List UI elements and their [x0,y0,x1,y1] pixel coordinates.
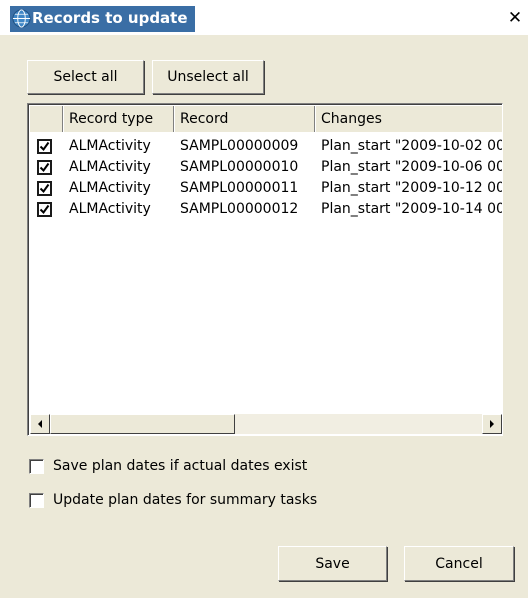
row-checkbox[interactable] [37,202,52,217]
scrollbar-thumb[interactable] [50,414,235,434]
scroll-right-button[interactable] [482,414,502,434]
records-to-update-dialog: Records to update ✕ Select all Unselect … [0,0,528,598]
checkmark-icon [39,141,50,152]
dialog-title: Records to update [32,9,188,27]
table-row[interactable]: ALMActivity SAMPL00000012 Plan_start "20… [30,199,502,220]
cell-record: SAMPL00000009 [180,138,299,154]
scroll-left-button[interactable] [30,414,50,434]
arrow-right-icon [490,420,494,428]
row-checkbox[interactable] [37,160,52,175]
title-bar: Records to update ✕ [0,0,528,35]
cell-changes: Plan_start "2009-10-02 00 [321,138,502,154]
update-summary-checkbox[interactable] [29,492,44,508]
cell-record-type: ALMActivity [69,180,151,196]
unselect-all-button[interactable]: Unselect all [152,60,264,94]
checkmark-icon [39,162,50,173]
cell-record: SAMPL00000010 [180,159,299,175]
column-header-changes[interactable]: Changes [315,106,502,132]
save-button[interactable]: Save [278,546,387,581]
save-plan-dates-label[interactable]: Save plan dates if actual dates exist [53,458,307,474]
update-summary-label[interactable]: Update plan dates for summary tasks [53,492,317,508]
table-header: Record type Record Changes [30,106,502,132]
close-button[interactable]: ✕ [505,9,525,29]
horizontal-scrollbar[interactable] [30,414,502,434]
globe-icon [12,9,31,28]
cell-record-type: ALMActivity [69,159,151,175]
cell-changes: Plan_start "2009-10-14 00 [321,201,502,217]
close-icon: ✕ [507,8,523,28]
arrow-left-icon [38,420,42,428]
checkmark-icon [39,183,50,194]
table-row[interactable]: ALMActivity SAMPL00000009 Plan_start "20… [30,136,502,157]
cancel-button[interactable]: Cancel [404,546,514,581]
cell-record: SAMPL00000011 [180,180,299,196]
column-header-record-type[interactable]: Record type [63,106,174,132]
row-checkbox[interactable] [37,139,52,154]
save-plan-dates-checkbox[interactable] [29,458,44,474]
update-summary-option[interactable]: Update plan dates for summary tasks [29,490,317,510]
records-table: Record type Record Changes ALMActivity S… [27,103,503,436]
cell-changes: Plan_start "2009-10-12 00 [321,180,502,196]
column-header-record[interactable]: Record [174,106,315,132]
column-header-check[interactable] [30,106,63,132]
select-all-button[interactable]: Select all [27,60,144,94]
cell-changes: Plan_start "2009-10-06 00 [321,159,502,175]
checkmark-icon [39,204,50,215]
cell-record-type: ALMActivity [69,201,151,217]
table-row[interactable]: ALMActivity SAMPL00000011 Plan_start "20… [30,178,502,199]
row-checkbox[interactable] [37,181,52,196]
table-row[interactable]: ALMActivity SAMPL00000010 Plan_start "20… [30,157,502,178]
cell-record-type: ALMActivity [69,138,151,154]
save-plan-dates-option[interactable]: Save plan dates if actual dates exist [29,456,307,476]
cell-record: SAMPL00000012 [180,201,299,217]
